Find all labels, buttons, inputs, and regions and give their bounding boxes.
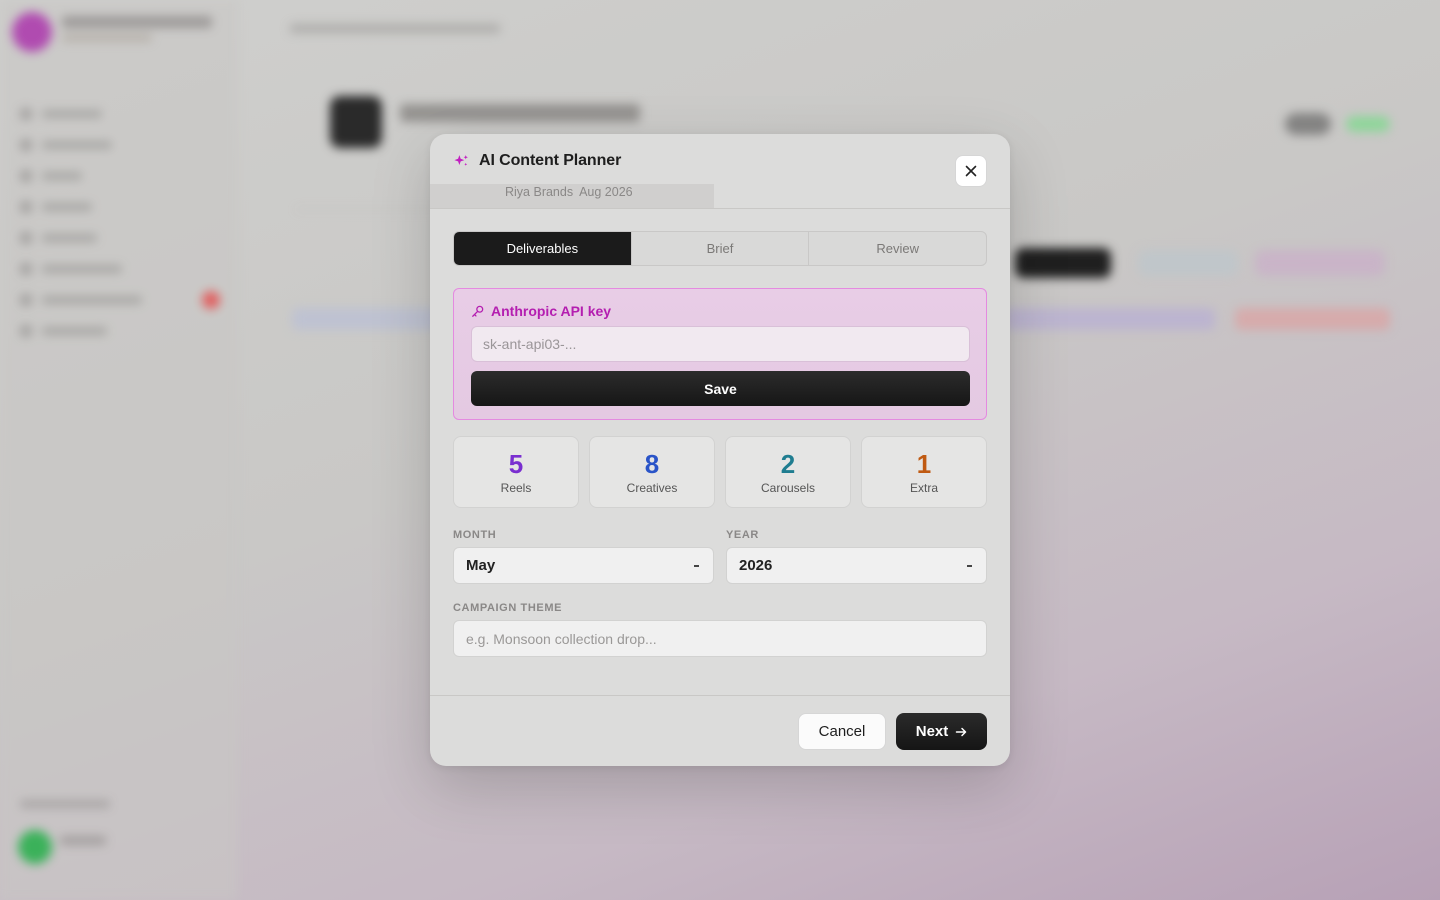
year-label: YEAR (726, 529, 759, 541)
cancel-button[interactable]: Cancel (798, 713, 886, 750)
next-button-label: Next (915, 723, 949, 740)
arrow-right-icon (956, 727, 967, 736)
tab-deliverables[interactable]: Deliverables (454, 232, 631, 265)
background-nav (20, 80, 220, 346)
next-button[interactable]: Next (896, 713, 987, 750)
deliverable-count: 1 (916, 449, 932, 479)
campaign-theme-input[interactable] (453, 620, 987, 657)
close-button[interactable] (955, 155, 987, 187)
close-icon (965, 165, 977, 177)
background-user-avatar (18, 830, 52, 864)
background-sidebar (0, 0, 238, 900)
chevron-down-icon (967, 565, 972, 567)
chevron-down-icon (694, 565, 699, 567)
year-value: 2026 (739, 557, 773, 574)
tab-review[interactable]: Review (808, 232, 986, 265)
api-key-input[interactable] (471, 326, 970, 362)
save-api-key-button[interactable]: Save (471, 371, 970, 406)
deliverable-counts: 5 Reels 8 Creatives 2 Carousels 1 Extra (453, 436, 987, 508)
dialog-header: AI Content Planner Riya Brands Aug 2026 (430, 134, 1010, 209)
key-icon (472, 305, 484, 317)
api-key-panel: Anthropic API key Save (453, 288, 987, 420)
deliverable-count: 5 (508, 449, 524, 479)
dialog-subtitle: Riya Brands Aug 2026 (505, 185, 633, 199)
tab-brief[interactable]: Brief (630, 232, 809, 265)
background-org-subtitle (62, 34, 152, 42)
deliverable-card-reels[interactable]: 5 Reels (453, 436, 579, 508)
deliverable-count: 2 (780, 449, 796, 479)
year-select[interactable]: 2026 (726, 547, 987, 584)
ai-content-planner-dialog: AI Content Planner Riya Brands Aug 2026 … (430, 134, 1010, 766)
deliverable-card-extra[interactable]: 1 Extra (861, 436, 987, 508)
deliverable-label: Carousels (760, 481, 816, 495)
dialog-title: AI Content Planner (479, 152, 622, 169)
month-select[interactable]: May (453, 547, 714, 584)
deliverable-label: Creatives (626, 481, 678, 495)
client-name: Riya Brands (505, 185, 574, 199)
api-key-label: Anthropic API key (491, 303, 612, 319)
month-label: MONTH (453, 529, 497, 541)
sparkle-icon (453, 153, 470, 170)
deliverable-card-carousels[interactable]: 2 Carousels (725, 436, 851, 508)
deliverable-count: 8 (644, 449, 660, 479)
step-tabs: Deliverables Brief Review (453, 231, 987, 266)
deliverable-label: Extra (909, 481, 938, 495)
campaign-theme-label: CAMPAIGN THEME (453, 602, 563, 614)
deliverable-card-creatives[interactable]: 8 Creatives (589, 436, 715, 508)
plan-period: Aug 2026 (579, 185, 633, 199)
deliverable-label: Reels (500, 481, 532, 495)
dialog-footer: Cancel Next (430, 695, 1010, 766)
month-value: May (466, 557, 496, 574)
background-org-name (62, 16, 212, 28)
background-logo (12, 12, 52, 52)
